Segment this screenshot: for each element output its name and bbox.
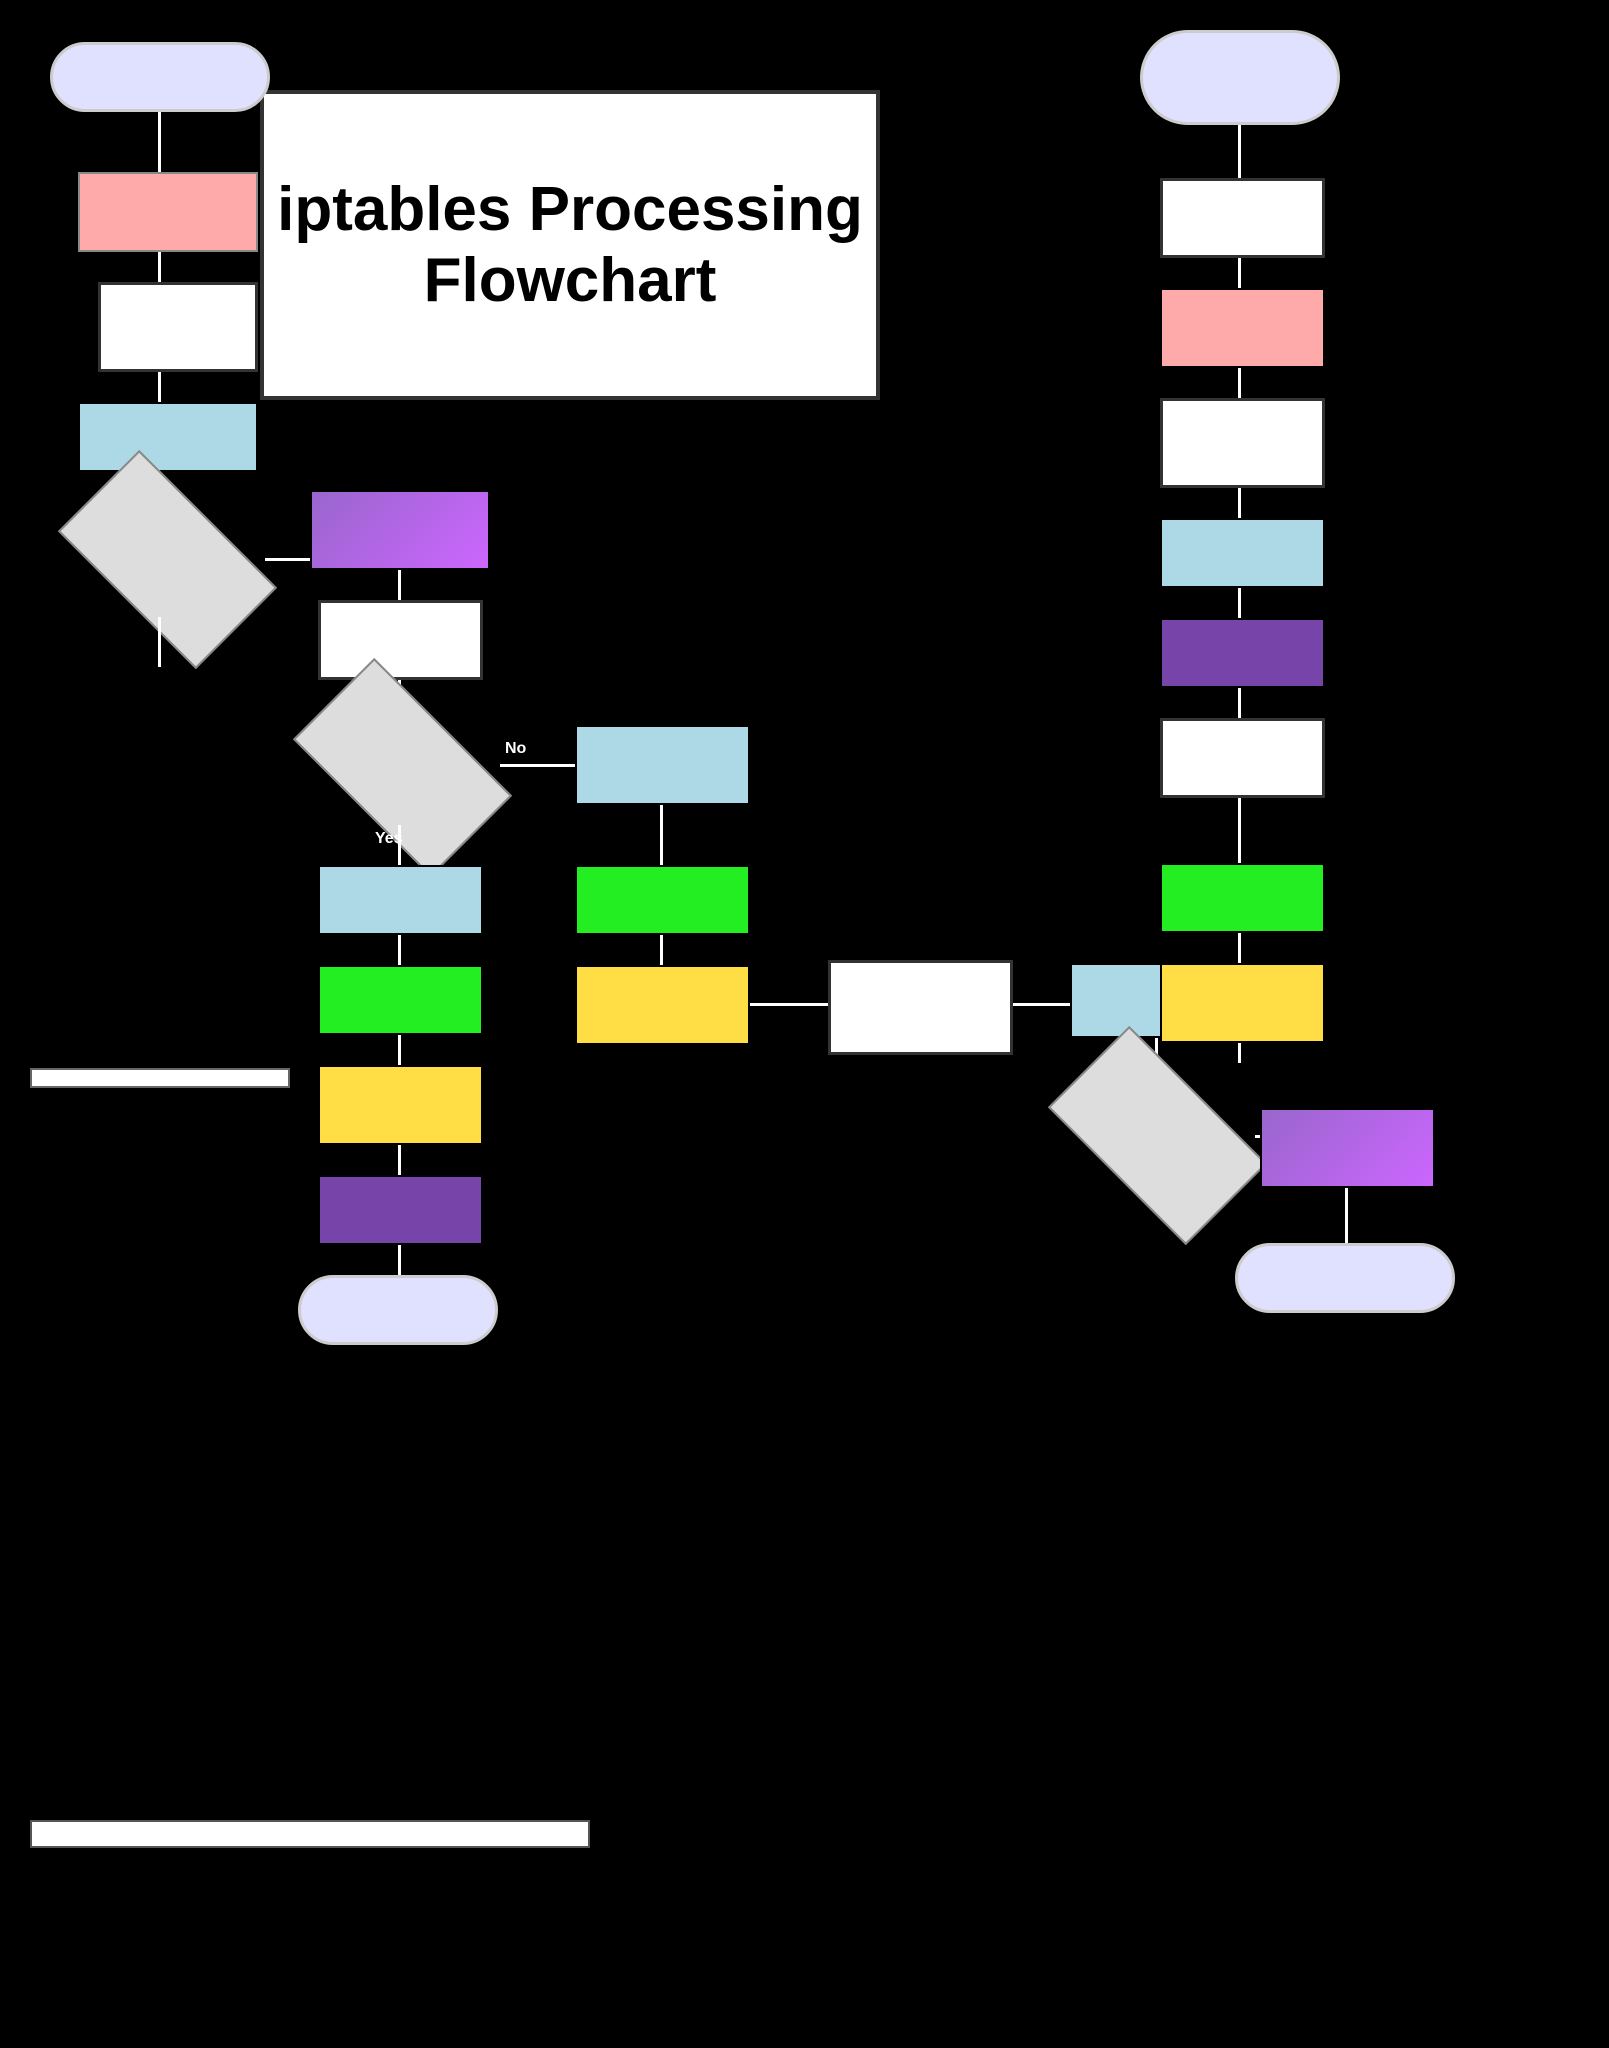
line-nat-to-outgoing [1345, 1188, 1348, 1243]
outgoing-packet [1235, 1243, 1455, 1313]
routing-decision-right2 [1160, 718, 1325, 798]
line9 [398, 1245, 401, 1275]
line8 [398, 1145, 401, 1175]
line-fo-down [1238, 933, 1241, 965]
localhost-dest-diamond [1060, 1078, 1255, 1193]
line-ro-right [1013, 1003, 1073, 1006]
nat-output [1160, 618, 1325, 688]
yes-label: Yes [375, 830, 403, 848]
line7 [398, 1035, 401, 1065]
nat-prerouting [310, 490, 490, 570]
mangle-input [318, 865, 483, 935]
mangle-forward [575, 725, 750, 805]
filter-output [1160, 863, 1325, 933]
line-sf-right [750, 1003, 830, 1006]
nat-input [318, 1175, 483, 1245]
security-input [318, 1065, 483, 1145]
line10 [660, 805, 663, 865]
connection-tracking-left [98, 282, 258, 372]
mangle-prerouting [78, 402, 258, 472]
line-for-host-no [500, 764, 580, 767]
line-so-down [1238, 1043, 1241, 1063]
line-mo-down [1238, 588, 1241, 618]
local-processing [298, 1275, 498, 1345]
line-no-down [1238, 688, 1241, 718]
line11 [660, 935, 663, 965]
no-label: No [505, 740, 526, 758]
for-this-host-diamond [305, 710, 500, 825]
localhost-source-diamond [70, 502, 265, 617]
nat-postrouting [1260, 1108, 1435, 1188]
line-lg-down [1238, 125, 1241, 180]
routing-decision-1 [318, 600, 483, 680]
title-box: iptables Processing Flowchart [260, 90, 880, 400]
locally-generated-packet [1140, 30, 1340, 125]
line-incoming-down [158, 112, 161, 172]
release-outbound [828, 960, 1013, 1055]
title-text: iptables Processing Flowchart [264, 174, 876, 317]
line-source-to-nat [265, 558, 315, 561]
security-output [1160, 963, 1325, 1043]
footer-box [30, 1820, 590, 1848]
filter-input [318, 965, 483, 1035]
line2 [158, 372, 161, 402]
line-rd-down [1238, 258, 1241, 288]
raw-output [1160, 288, 1325, 368]
raw-prerouting [78, 172, 258, 252]
line-ls-down [158, 617, 161, 667]
connection-tracking-right [1160, 398, 1325, 488]
line-rd2-down [1238, 798, 1241, 863]
line-ld-h [1255, 1135, 1260, 1138]
mangle-output [1160, 518, 1325, 588]
line-ro2-down [1238, 368, 1241, 398]
routing-decision-top-right [1160, 178, 1325, 258]
incoming-packet [50, 42, 270, 112]
line1 [158, 252, 161, 282]
line4 [398, 570, 401, 600]
line6 [398, 935, 401, 965]
filter-forward [575, 865, 750, 935]
security-forward [575, 965, 750, 1045]
line-ct-down [1238, 488, 1241, 518]
note-box [30, 1068, 290, 1088]
